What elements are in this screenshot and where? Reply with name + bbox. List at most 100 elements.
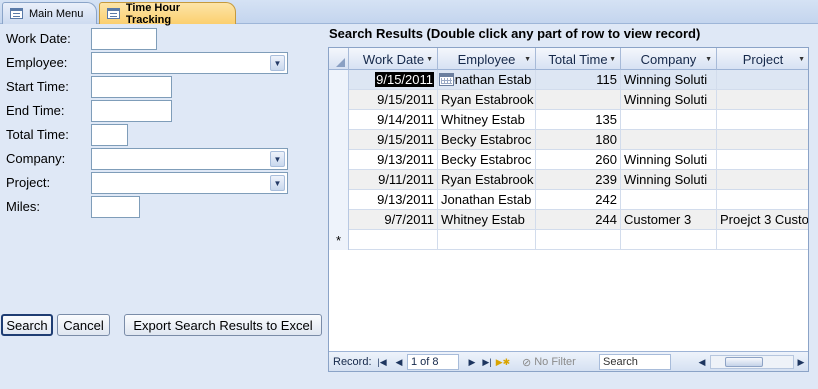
search-button[interactable]: Search	[1, 314, 53, 336]
cell-employee[interactable]: Ryan Estabrook	[438, 90, 536, 110]
table-row[interactable]: 9/13/2011 Becky Estabroc 260 Winning Soluti	[329, 150, 808, 170]
column-header-work-date[interactable]: Work Date ▼	[350, 48, 438, 70]
cell-company[interactable]	[621, 190, 717, 210]
cell-company[interactable]: Winning Soluti	[621, 70, 717, 90]
table-row[interactable]: 9/13/2011 Jonathan Estab 242	[329, 190, 808, 210]
export-to-excel-button[interactable]: Export Search Results to Excel	[124, 314, 322, 336]
table-row[interactable]: 9/15/2011 Becky Estabroc 180	[329, 130, 808, 150]
chevron-down-icon[interactable]: ▼	[426, 56, 433, 63]
cell-total-time[interactable]: 180	[536, 130, 621, 150]
prev-record-icon[interactable]: ◀	[393, 354, 405, 370]
company-combo[interactable]: ▼	[91, 148, 288, 170]
tab-main-menu[interactable]: Main Menu	[2, 2, 97, 24]
cell-project[interactable]	[717, 90, 808, 110]
record-selector[interactable]	[329, 190, 349, 210]
cell-work-date[interactable]: 9/7/2011	[350, 210, 438, 230]
employee-combo[interactable]: ▼	[91, 52, 288, 74]
record-selector[interactable]	[329, 90, 349, 110]
cell-total-time[interactable]	[536, 230, 621, 250]
record-selector[interactable]	[329, 210, 349, 230]
filter-status[interactable]: ⊘ No Filter	[522, 354, 576, 370]
cell-total-time[interactable]: 260	[536, 150, 621, 170]
last-record-icon[interactable]: ▶|	[481, 354, 493, 370]
cell-total-time[interactable]: 244	[536, 210, 621, 230]
table-row[interactable]: 9/15/2011 Ryan Estabrook Winning Soluti	[329, 90, 808, 110]
record-selector[interactable]	[329, 130, 349, 150]
next-record-icon[interactable]: ▶	[466, 354, 478, 370]
new-record-row[interactable]: *	[329, 230, 808, 250]
chevron-down-icon[interactable]: ▼	[270, 55, 285, 71]
chevron-down-icon[interactable]: ▼	[609, 56, 616, 63]
column-header-company[interactable]: Company ▼	[621, 48, 717, 70]
cell-project[interactable]	[717, 130, 808, 150]
cell-project[interactable]	[717, 150, 808, 170]
cell-work-date[interactable]: 9/14/2011	[350, 110, 438, 130]
table-row[interactable]: 9/7/2011 Whitney Estab 244 Customer 3 Proejc…	[329, 210, 808, 230]
scroll-right-icon[interactable]: ▶	[795, 354, 807, 370]
scroll-left-icon[interactable]: ◀	[696, 354, 708, 370]
cell-total-time[interactable]: 115	[536, 70, 621, 90]
project-combo[interactable]: ▼	[91, 172, 288, 194]
cell-company[interactable]: Winning Soluti	[621, 150, 717, 170]
horizontal-scrollbar[interactable]	[710, 355, 794, 369]
new-record-icon[interactable]: ▶✱	[496, 354, 510, 370]
end-time-field[interactable]	[91, 100, 172, 122]
tab-time-hour-tracking[interactable]: Time Hour Tracking	[99, 2, 236, 26]
cancel-button[interactable]: Cancel	[57, 314, 110, 336]
cell-work-date[interactable]: 9/15/2011	[350, 130, 438, 150]
table-row[interactable]: 9/11/2011 Ryan Estabrook 239 Winning Soluti	[329, 170, 808, 190]
record-selector[interactable]	[329, 170, 349, 190]
cell-work-date[interactable]: 9/15/2011	[350, 70, 438, 90]
cell-employee[interactable]: Ryan Estabrook	[438, 170, 536, 190]
cell-employee[interactable]	[438, 230, 536, 250]
cell-project[interactable]	[717, 110, 808, 130]
chevron-down-icon[interactable]: ▼	[798, 56, 805, 63]
cell-employee[interactable]: Whitney Estab	[438, 210, 536, 230]
select-all-corner[interactable]	[329, 48, 349, 70]
chevron-down-icon[interactable]: ▼	[270, 175, 285, 191]
cell-company[interactable]	[621, 110, 717, 130]
cell-work-date[interactable]: 9/13/2011	[350, 150, 438, 170]
column-header-total-time[interactable]: Total Time ▼	[536, 48, 621, 70]
chevron-down-icon[interactable]: ▼	[705, 56, 712, 63]
cell-company[interactable]: Winning Soluti	[621, 170, 717, 190]
work-date-field[interactable]	[91, 28, 157, 50]
total-time-field[interactable]	[91, 124, 128, 146]
cell-work-date[interactable]	[350, 230, 438, 250]
chevron-down-icon[interactable]: ▼	[524, 56, 531, 63]
cell-project[interactable]: Proejct 3 Custo	[717, 210, 808, 230]
start-time-field[interactable]	[91, 76, 172, 98]
new-record-marker[interactable]: *	[329, 230, 349, 250]
cell-project[interactable]	[717, 190, 808, 210]
first-record-icon[interactable]: |◀	[376, 354, 388, 370]
search-input[interactable]: Search	[599, 354, 671, 370]
cell-work-date[interactable]: 9/13/2011	[350, 190, 438, 210]
scrollbar-thumb[interactable]	[725, 357, 763, 367]
cell-project[interactable]	[717, 230, 808, 250]
search-results-datasheet[interactable]: Work Date ▼ Employee ▼ Total Time ▼ Company…	[328, 47, 809, 372]
column-header-employee[interactable]: Employee ▼	[438, 48, 536, 70]
cell-employee[interactable]: Whitney Estab	[438, 110, 536, 130]
cell-employee[interactable]: Jonathan Estab	[438, 70, 536, 90]
record-selector[interactable]	[329, 70, 349, 90]
cell-total-time[interactable]	[536, 90, 621, 110]
cell-company[interactable]: Customer 3	[621, 210, 717, 230]
cell-employee[interactable]: Becky Estabroc	[438, 130, 536, 150]
cell-company[interactable]	[621, 130, 717, 150]
cell-employee[interactable]: Jonathan Estab	[438, 190, 536, 210]
cell-project[interactable]	[717, 70, 808, 90]
cell-project[interactable]	[717, 170, 808, 190]
current-record-field[interactable]: 1 of 8	[407, 354, 459, 370]
miles-field[interactable]	[91, 196, 140, 218]
record-selector[interactable]	[329, 150, 349, 170]
cell-company[interactable]: Winning Soluti	[621, 90, 717, 110]
cell-work-date[interactable]: 9/15/2011	[350, 90, 438, 110]
cell-total-time[interactable]: 239	[536, 170, 621, 190]
cell-company[interactable]	[621, 230, 717, 250]
cell-total-time[interactable]: 135	[536, 110, 621, 130]
table-row[interactable]: 9/14/2011 Whitney Estab 135	[329, 110, 808, 130]
column-header-project[interactable]: Project ▼	[717, 48, 808, 70]
cell-employee[interactable]: Becky Estabroc	[438, 150, 536, 170]
cell-total-time[interactable]: 242	[536, 190, 621, 210]
table-row[interactable]: 9/15/2011 Jonathan Estab 115 Winning Soluti	[329, 70, 808, 90]
